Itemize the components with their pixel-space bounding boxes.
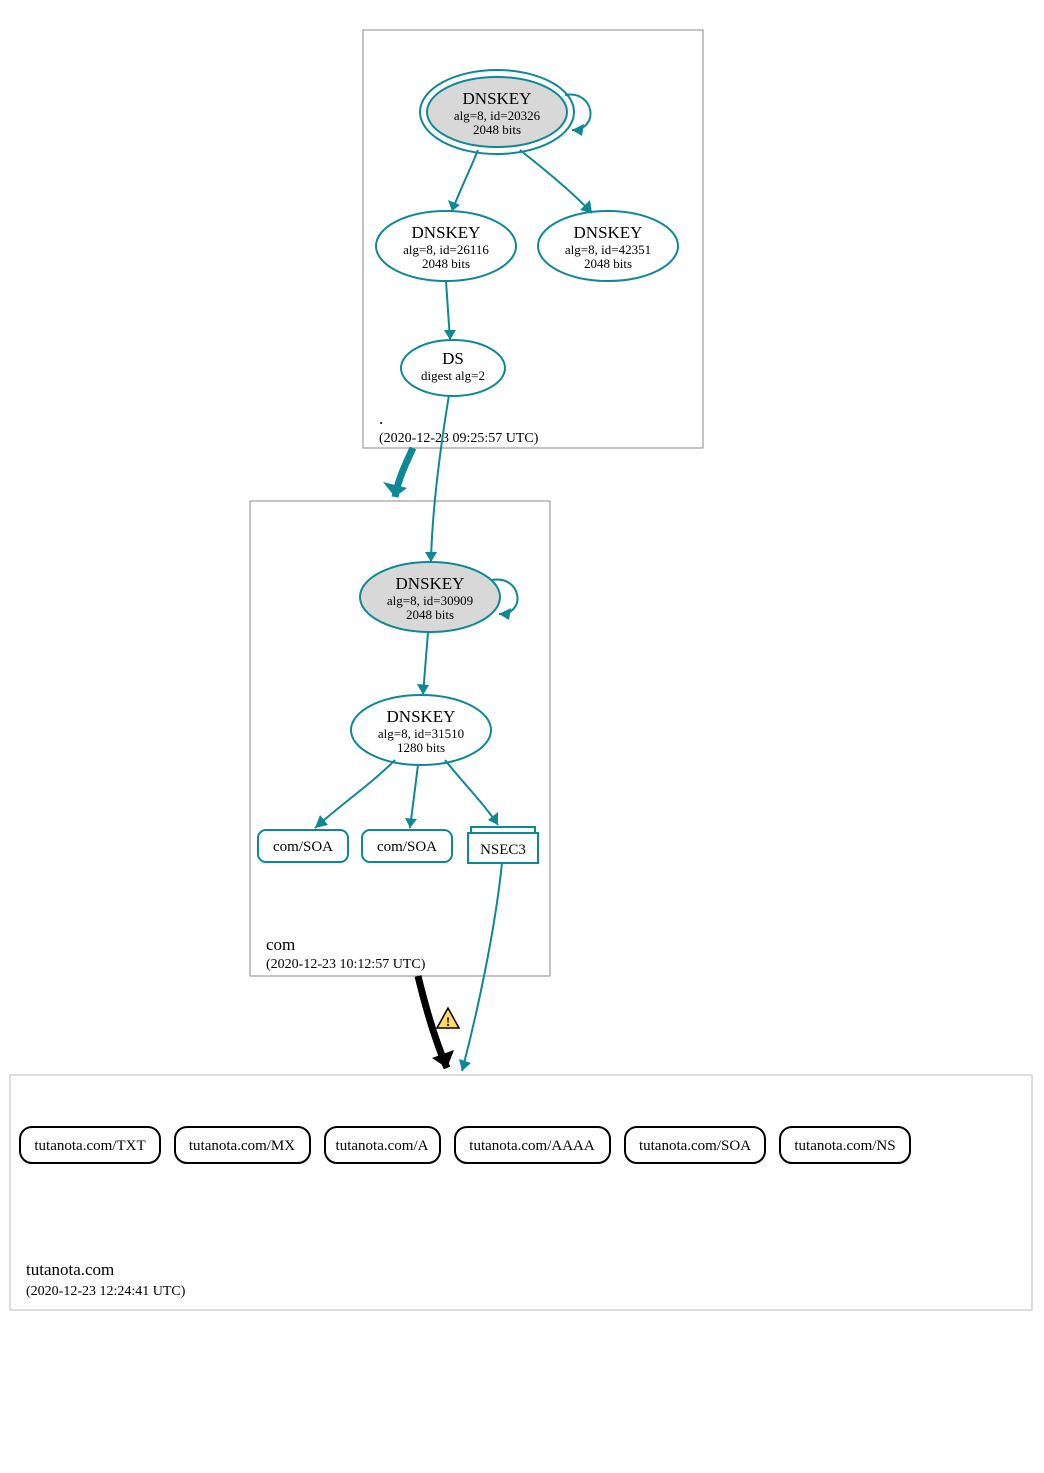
warning-icon: ! xyxy=(437,1008,459,1029)
node-leaf-aaaa: tutanota.com/AAAA xyxy=(455,1127,610,1163)
svg-text:NSEC3: NSEC3 xyxy=(480,842,526,858)
edge-root-ksk-zsk2 xyxy=(520,150,592,213)
node-com-soa1: com/SOA xyxy=(258,830,348,862)
node-leaf-txt: tutanota.com/TXT xyxy=(20,1127,160,1163)
node-com-nsec3: NSEC3 xyxy=(468,827,538,863)
zone-com-label: com xyxy=(266,935,295,954)
zone-tutanota-box xyxy=(10,1075,1032,1310)
node-root-zsk2: DNSKEY alg=8, id=42351 2048 bits xyxy=(538,211,678,281)
edge-comzsk-soa1 xyxy=(315,760,395,828)
svg-text:digest alg=2: digest alg=2 xyxy=(421,368,485,383)
svg-text:tutanota.com/AAAA: tutanota.com/AAAA xyxy=(469,1138,595,1154)
node-com-ksk: DNSKEY alg=8, id=30909 2048 bits xyxy=(360,562,500,632)
node-leaf-soa: tutanota.com/SOA xyxy=(625,1127,765,1163)
svg-text:alg=8, id=20326: alg=8, id=20326 xyxy=(454,108,541,123)
edge-ds-comksk xyxy=(431,395,449,562)
zone-root-timestamp: (2020-12-23 09:25:57 UTC) xyxy=(379,431,539,446)
svg-text:com/SOA: com/SOA xyxy=(273,839,333,855)
node-root-ds: DS digest alg=2 xyxy=(401,340,505,396)
svg-text:alg=8, id=31510: alg=8, id=31510 xyxy=(378,726,464,741)
svg-text:tutanota.com/TXT: tutanota.com/TXT xyxy=(34,1138,145,1154)
edge-root-ksk-zsk1 xyxy=(452,150,478,211)
svg-text:com/SOA: com/SOA xyxy=(377,839,437,855)
svg-text:DS: DS xyxy=(442,349,464,368)
svg-text:2048 bits: 2048 bits xyxy=(473,122,521,137)
svg-text:tutanota.com/NS: tutanota.com/NS xyxy=(794,1138,895,1154)
svg-text:alg=8, id=42351: alg=8, id=42351 xyxy=(565,242,651,257)
svg-text:1280 bits: 1280 bits xyxy=(397,740,445,755)
svg-text:DNSKEY: DNSKEY xyxy=(412,223,481,242)
svg-text:DNSKEY: DNSKEY xyxy=(463,89,532,108)
zone-tutanota-label: tutanota.com xyxy=(26,1260,114,1279)
svg-text:2048 bits: 2048 bits xyxy=(584,256,632,271)
svg-text:DNSKEY: DNSKEY xyxy=(396,574,465,593)
node-com-soa2: com/SOA xyxy=(362,830,452,862)
zone-com-timestamp: (2020-12-23 10:12:57 UTC) xyxy=(266,957,426,972)
svg-text:tutanota.com/A: tutanota.com/A xyxy=(336,1138,429,1154)
node-leaf-ns: tutanota.com/NS xyxy=(780,1127,910,1163)
svg-text:!: ! xyxy=(446,1014,450,1029)
dnssec-diagram: . (2020-12-23 09:25:57 UTC) DNSKEY alg=8… xyxy=(0,0,1044,1473)
svg-text:alg=8, id=30909: alg=8, id=30909 xyxy=(387,593,473,608)
zone-tutanota-timestamp: (2020-12-23 12:24:41 UTC) xyxy=(26,1284,186,1299)
node-leaf-a: tutanota.com/A xyxy=(325,1127,440,1163)
zone-root-label: . xyxy=(379,409,383,428)
edge-nsec3-tutanota xyxy=(462,863,502,1071)
edge-comzsk-nsec3 xyxy=(445,760,498,825)
svg-text:tutanota.com/SOA: tutanota.com/SOA xyxy=(639,1138,751,1154)
svg-text:alg=8, id=26116: alg=8, id=26116 xyxy=(403,242,489,257)
node-root-ksk: DNSKEY alg=8, id=20326 2048 bits xyxy=(420,70,574,154)
node-com-zsk: DNSKEY alg=8, id=31510 1280 bits xyxy=(351,695,491,765)
svg-text:DNSKEY: DNSKEY xyxy=(574,223,643,242)
node-leaf-mx: tutanota.com/MX xyxy=(175,1127,310,1163)
node-root-zsk1: DNSKEY alg=8, id=26116 2048 bits xyxy=(376,211,516,281)
svg-text:2048 bits: 2048 bits xyxy=(422,256,470,271)
svg-text:tutanota.com/MX: tutanota.com/MX xyxy=(189,1138,295,1154)
svg-text:DNSKEY: DNSKEY xyxy=(387,707,456,726)
svg-text:2048 bits: 2048 bits xyxy=(406,607,454,622)
